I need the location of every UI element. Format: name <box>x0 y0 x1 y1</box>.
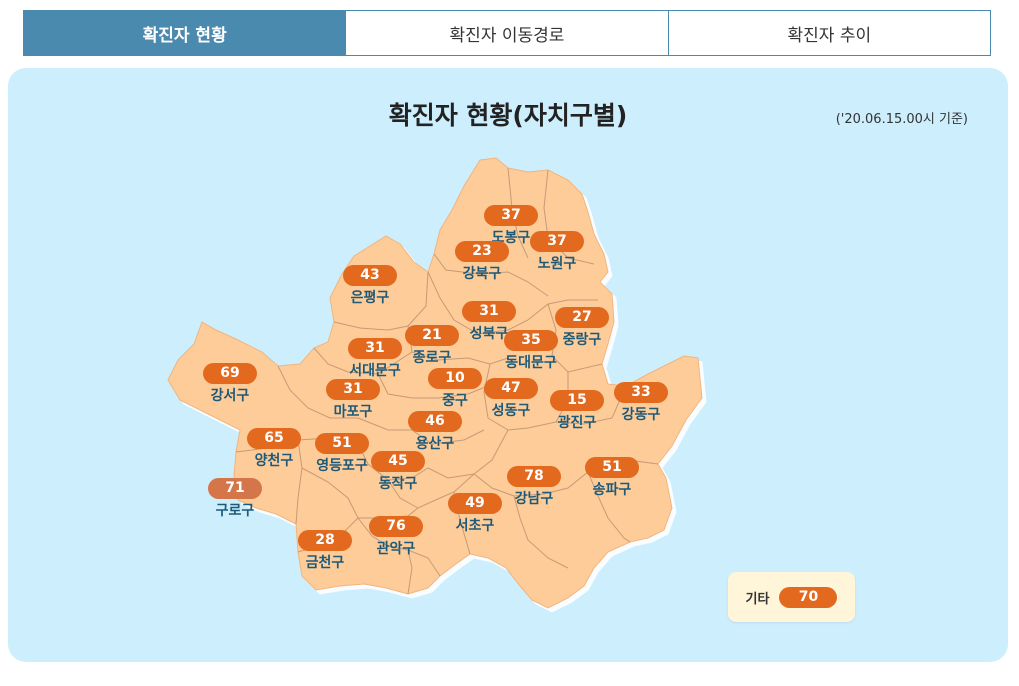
district-name: 관악구 <box>376 541 416 557</box>
count-badge: 76 <box>369 516 423 537</box>
district-jongno[interactable]: 21 종로구 <box>405 325 459 367</box>
other-label: 기타 <box>745 591 770 607</box>
count-badge: 10 <box>428 368 482 389</box>
count-badge: 47 <box>484 378 538 399</box>
district-name: 성동구 <box>491 403 531 419</box>
district-yongsan[interactable]: 46 용산구 <box>408 411 462 453</box>
district-gangseo[interactable]: 69 강서구 <box>203 363 257 405</box>
district-name: 용산구 <box>415 436 455 452</box>
district-seocho[interactable]: 49 서초구 <box>448 493 502 535</box>
district-name: 영등포구 <box>316 458 368 474</box>
district-name: 강북구 <box>462 266 502 282</box>
tab-confirmed-status[interactable]: 확진자 현황 <box>24 11 347 55</box>
district-mapo[interactable]: 31 마포구 <box>326 379 380 421</box>
district-seongdong[interactable]: 47 성동구 <box>484 378 538 420</box>
district-name: 광진구 <box>557 415 597 431</box>
district-yeongdeungpo[interactable]: 51 영등포구 <box>315 433 369 475</box>
count-badge: 45 <box>371 451 425 472</box>
district-gangnam[interactable]: 78 강남구 <box>507 466 561 508</box>
count-badge: 78 <box>507 466 561 487</box>
district-name: 강동구 <box>621 407 661 423</box>
count-badge: 71 <box>208 478 262 499</box>
count-badge: 37 <box>530 231 584 252</box>
tab-trend[interactable]: 확진자 추이 <box>668 11 990 55</box>
tab-bar: 확진자 현황 확진자 이동경로 확진자 추이 <box>23 10 991 56</box>
count-badge: 27 <box>555 307 609 328</box>
district-name: 노원구 <box>537 256 577 272</box>
district-gwanak[interactable]: 76 관악구 <box>369 516 423 558</box>
other-box[interactable]: 기타 70 <box>728 572 855 622</box>
district-name: 강남구 <box>514 491 554 507</box>
district-name: 금천구 <box>305 555 345 571</box>
district-dongjak[interactable]: 45 동작구 <box>371 451 425 493</box>
count-badge: 46 <box>408 411 462 432</box>
count-badge: 51 <box>315 433 369 454</box>
district-gwangjin[interactable]: 15 광진구 <box>550 390 604 432</box>
district-gangdong[interactable]: 33 강동구 <box>614 382 668 424</box>
district-nowon[interactable]: 37 노원구 <box>530 231 584 273</box>
other-count-badge: 70 <box>779 586 838 608</box>
count-badge: 51 <box>585 457 639 478</box>
count-badge: 31 <box>462 301 516 322</box>
count-badge: 21 <box>405 325 459 346</box>
count-badge: 31 <box>348 338 402 359</box>
district-name: 송파구 <box>592 482 632 498</box>
count-badge: 65 <box>247 428 301 449</box>
district-name: 중구 <box>442 393 468 409</box>
district-songpa[interactable]: 51 송파구 <box>585 457 639 499</box>
count-badge: 15 <box>550 390 604 411</box>
district-name: 동작구 <box>378 476 418 492</box>
district-yangcheon[interactable]: 65 양천구 <box>247 428 301 470</box>
district-name: 양천구 <box>254 453 294 469</box>
district-name: 마포구 <box>333 404 373 420</box>
district-name: 성북구 <box>469 326 509 342</box>
district-jung[interactable]: 10 중구 <box>428 368 482 410</box>
count-badge: 35 <box>504 330 558 351</box>
district-jungnang[interactable]: 27 중랑구 <box>555 307 609 349</box>
count-badge: 49 <box>448 493 502 514</box>
district-name: 서초구 <box>455 518 495 534</box>
count-badge: 37 <box>484 205 538 226</box>
district-name: 은평구 <box>350 290 390 306</box>
count-badge: 33 <box>614 382 668 403</box>
district-name: 동대문구 <box>505 355 557 371</box>
district-name: 중랑구 <box>562 332 602 348</box>
district-geumcheon[interactable]: 28 금천구 <box>298 530 352 572</box>
district-name: 종로구 <box>412 350 452 366</box>
district-seodaemun[interactable]: 31 서대문구 <box>348 338 402 380</box>
tab-movement-route[interactable]: 확진자 이동경로 <box>346 11 669 55</box>
district-name: 강서구 <box>210 388 250 404</box>
district-name: 서대문구 <box>349 363 401 379</box>
count-badge: 28 <box>298 530 352 551</box>
district-eunpyeong[interactable]: 43 은평구 <box>343 265 397 307</box>
count-badge: 43 <box>343 265 397 286</box>
count-badge: 31 <box>326 379 380 400</box>
count-badge: 23 <box>455 241 509 262</box>
map-panel: 확진자 현황(자치구별) ('20.06.15.00시 기준) 37 도봉구 3… <box>8 68 1008 662</box>
district-name: 구로구 <box>215 503 255 519</box>
district-dongdaemun[interactable]: 35 동대문구 <box>504 330 558 372</box>
district-gangbuk[interactable]: 23 강북구 <box>455 241 509 283</box>
count-badge: 69 <box>203 363 257 384</box>
district-guro[interactable]: 71 구로구 <box>208 478 262 520</box>
